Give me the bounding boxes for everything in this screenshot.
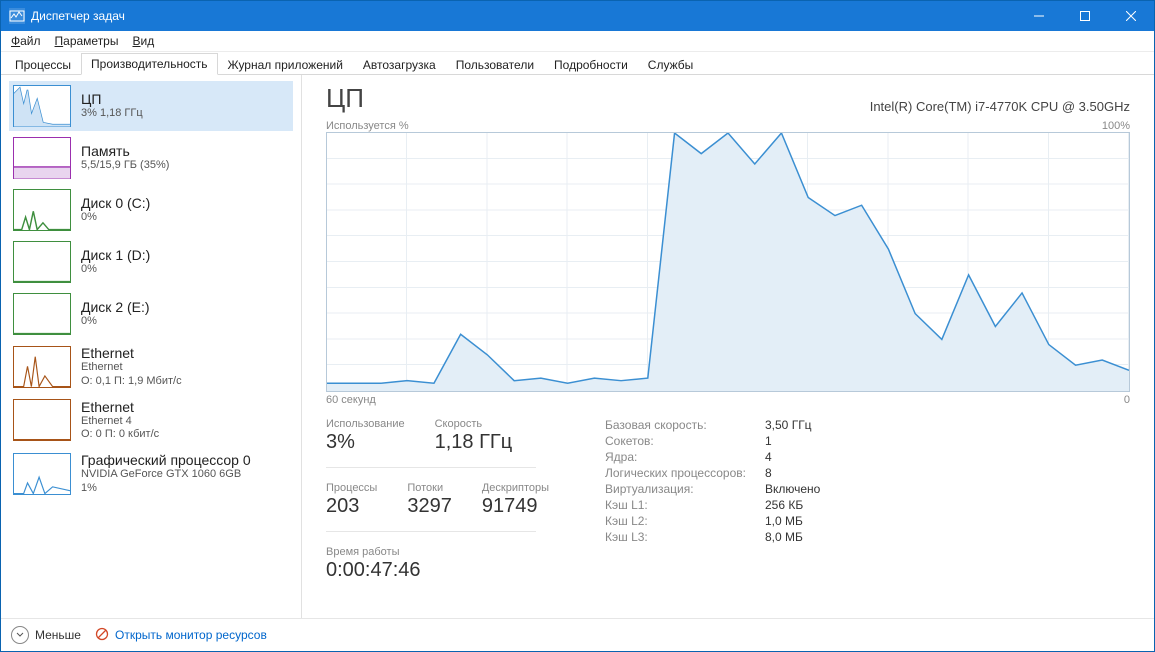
thr-label: Потоки <box>407 482 452 494</box>
lproc-k: Логических процессоров: <box>605 466 765 480</box>
sockets-v: 1 <box>765 434 772 448</box>
hnd-label: Дескрипторы <box>482 482 549 494</box>
maximize-button[interactable] <box>1062 1 1108 31</box>
menu-bar: Файл Параметры Вид <box>1 31 1154 52</box>
l1-k: Кэш L1: <box>605 498 765 512</box>
eth1-thumb-icon <box>13 399 71 441</box>
thr-value: 3297 <box>407 494 452 519</box>
chart-bottom-left-label: 60 секунд <box>326 394 376 406</box>
sidebar-item-disk0[interactable]: Диск 0 (C:) 0% <box>9 185 293 235</box>
proc-value: 203 <box>326 494 377 519</box>
speed-label: Скорость <box>435 418 513 430</box>
sidebar-eth1-sub1: Ethernet 4 <box>81 415 159 429</box>
memory-thumb-icon <box>13 137 71 179</box>
cores-k: Ядра: <box>605 450 765 464</box>
page-title: ЦП <box>326 83 364 114</box>
gpu-thumb-icon <box>13 453 71 495</box>
menu-options[interactable]: Параметры <box>49 32 125 50</box>
tab-users[interactable]: Пользователи <box>446 54 544 75</box>
footer: Меньше Открыть монитор ресурсов <box>1 618 1154 651</box>
tabs-bar: Процессы Производительность Журнал прило… <box>1 52 1154 75</box>
tab-performance[interactable]: Производительность <box>81 53 217 75</box>
sidebar-mem-title: Память <box>81 143 169 159</box>
sidebar-eth0-sub2: О: 0,1 П: 1,9 Мбит/с <box>81 375 182 389</box>
sidebar-mem-sub: 5,5/15,9 ГБ (35%) <box>81 159 169 173</box>
disk0-thumb-icon <box>13 189 71 231</box>
base-speed-k: Базовая скорость: <box>605 418 765 432</box>
sidebar-item-gpu[interactable]: Графический процессор 0 NVIDIA GeForce G… <box>9 448 293 500</box>
cores-v: 4 <box>765 450 772 464</box>
l2-k: Кэш L2: <box>605 514 765 528</box>
tab-services[interactable]: Службы <box>638 54 703 75</box>
sidebar-cpu-title: ЦП <box>81 91 143 107</box>
chevron-down-icon <box>11 626 29 644</box>
task-manager-window: Диспетчер задач Файл Параметры Вид Проце… <box>0 0 1155 652</box>
tab-details[interactable]: Подробности <box>544 54 638 75</box>
chart-bottom-right-label: 0 <box>1124 394 1130 406</box>
sidebar-item-ethernet1[interactable]: Ethernet Ethernet 4 О: 0 П: 0 кбит/с <box>9 395 293 447</box>
sidebar-disk2-title: Диск 2 (E:) <box>81 299 150 315</box>
menu-view[interactable]: Вид <box>126 32 160 50</box>
close-button[interactable] <box>1108 1 1154 31</box>
sidebar-gpu-sub2: 1% <box>81 482 251 496</box>
l3-k: Кэш L3: <box>605 530 765 544</box>
sidebar-disk1-sub: 0% <box>81 263 150 277</box>
sidebar-disk0-sub: 0% <box>81 211 150 225</box>
eth0-thumb-icon <box>13 346 71 388</box>
speed-value: 1,18 ГГц <box>435 430 513 455</box>
disk2-thumb-icon <box>13 293 71 335</box>
l3-v: 8,0 МБ <box>765 530 803 544</box>
sockets-k: Сокетов: <box>605 434 765 448</box>
uptime-label: Время работы <box>326 546 549 558</box>
lproc-v: 8 <box>765 466 772 480</box>
util-value: 3% <box>326 430 405 455</box>
cpu-thumb-icon <box>13 85 71 127</box>
main-panel: ЦП Intel(R) Core(TM) i7-4770K CPU @ 3.50… <box>302 75 1154 618</box>
hnd-value: 91749 <box>482 494 549 519</box>
base-speed-v: 3,50 ГГц <box>765 418 812 432</box>
sidebar-item-disk2[interactable]: Диск 2 (E:) 0% <box>9 289 293 339</box>
sidebar-gpu-sub1: NVIDIA GeForce GTX 1060 6GB <box>81 468 251 482</box>
tab-processes[interactable]: Процессы <box>5 54 81 75</box>
l1-v: 256 КБ <box>765 498 803 512</box>
titlebar[interactable]: Диспетчер задач <box>1 1 1154 31</box>
sidebar-eth0-title: Ethernet <box>81 345 182 361</box>
sidebar-cpu-sub: 3% 1,18 ГГц <box>81 107 143 121</box>
virt-v: Включено <box>765 482 820 496</box>
cpu-chart[interactable] <box>326 132 1130 392</box>
sidebar-eth0-sub1: Ethernet <box>81 361 182 375</box>
window-title: Диспетчер задач <box>31 9 125 23</box>
chart-top-left-label: Используется % <box>326 120 409 132</box>
fewer-details-button[interactable]: Меньше <box>11 626 81 644</box>
sidebar-item-disk1[interactable]: Диск 1 (D:) 0% <box>9 237 293 287</box>
menu-file[interactable]: Файл <box>5 32 47 50</box>
tab-startup[interactable]: Автозагрузка <box>353 54 446 75</box>
cpu-model: Intel(R) Core(TM) i7-4770K CPU @ 3.50GHz <box>870 99 1130 114</box>
open-resource-monitor-link[interactable]: Открыть монитор ресурсов <box>95 627 267 644</box>
resource-monitor-icon <box>95 627 109 644</box>
chart-top-right-label: 100% <box>1102 120 1130 132</box>
sidebar-eth1-title: Ethernet <box>81 399 159 415</box>
sidebar-disk2-sub: 0% <box>81 315 150 329</box>
app-icon <box>9 8 25 24</box>
tab-app-history[interactable]: Журнал приложений <box>218 54 353 75</box>
body: ЦП 3% 1,18 ГГц Память 5,5/15,9 ГБ (35%) <box>1 75 1154 618</box>
sidebar-gpu-title: Графический процессор 0 <box>81 452 251 468</box>
minimize-button[interactable] <box>1016 1 1062 31</box>
sidebar-disk1-title: Диск 1 (D:) <box>81 247 150 263</box>
sidebar[interactable]: ЦП 3% 1,18 ГГц Память 5,5/15,9 ГБ (35%) <box>1 75 301 618</box>
sidebar-disk0-title: Диск 0 (C:) <box>81 195 150 211</box>
virt-k: Виртуализация: <box>605 482 765 496</box>
sidebar-item-cpu[interactable]: ЦП 3% 1,18 ГГц <box>9 81 293 131</box>
l2-v: 1,0 МБ <box>765 514 803 528</box>
sidebar-item-memory[interactable]: Память 5,5/15,9 ГБ (35%) <box>9 133 293 183</box>
proc-label: Процессы <box>326 482 377 494</box>
disk1-thumb-icon <box>13 241 71 283</box>
util-label: Использование <box>326 418 405 430</box>
uptime-value: 0:00:47:46 <box>326 558 549 583</box>
sidebar-item-ethernet0[interactable]: Ethernet Ethernet О: 0,1 П: 1,9 Мбит/с <box>9 341 293 393</box>
sidebar-eth1-sub2: О: 0 П: 0 кбит/с <box>81 428 159 442</box>
